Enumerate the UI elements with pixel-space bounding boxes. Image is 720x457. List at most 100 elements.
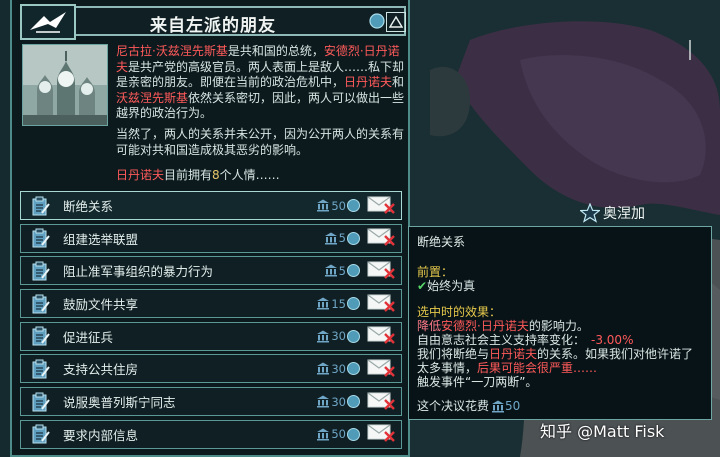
tooltip-effect-label: 选中时的效果： [417, 305, 502, 319]
decision-row[interactable]: 支持公共住房 30 [20, 354, 402, 384]
government-building-icon [324, 232, 338, 245]
government-building-icon [316, 395, 330, 408]
description-text: 是共和国的总统， [227, 44, 324, 58]
decision-cost: 5 [324, 264, 360, 278]
cost-value: 5 [338, 231, 346, 246]
status-dot-icon [347, 199, 360, 212]
tooltip-prereq-row: ✔始终为真 [417, 279, 475, 294]
cost-value: 30 [331, 394, 346, 409]
decision-row[interactable]: 要求内部信息 50 [20, 419, 402, 449]
decision-description: 尼古拉·沃兹涅先斯基是共和国的总统，安德烈·日丹诺夫是共产党的高级官员。两人表面… [116, 44, 408, 122]
status-dot-icon [347, 395, 360, 409]
status-dot-icon [347, 264, 360, 278]
cost-value: 15 [331, 296, 346, 311]
decision-cost: 30 [316, 395, 360, 409]
tooltip-prereq-label: 前置： [417, 265, 454, 279]
document-icon [29, 257, 53, 284]
status-dot-icon [347, 329, 360, 343]
tooltip-effect-5: 触发事件“一刀两断”。 [417, 375, 538, 389]
document-icon [29, 192, 53, 219]
favor-count: 8 [212, 168, 220, 182]
status-dot-icon [347, 231, 360, 245]
character-link[interactable]: 沃兹涅先斯基 [116, 91, 188, 105]
decision-label: 鼓励文件共享 [63, 297, 139, 313]
envelope-crossed-icon[interactable] [367, 390, 395, 414]
government-building-icon [316, 330, 330, 343]
tooltip-cost-row: 这个决议花费 50 [417, 399, 520, 414]
description-text: 和 [392, 75, 405, 89]
character-link[interactable]: 安德烈·日丹诺夫 [441, 319, 529, 333]
effect-text: 我们将断绝与 [417, 347, 490, 361]
decision-tooltip: 断绝关系 前置： ✔始终为真 选中时的效果： 降低安德烈·日丹诺夫的影响力。 自… [408, 226, 712, 420]
envelope-crossed-icon[interactable] [367, 324, 395, 348]
decision-cost: 5 [324, 231, 360, 245]
cost-value: 30 [331, 361, 346, 376]
document-icon [29, 355, 53, 382]
status-dot-icon [347, 362, 360, 376]
map-location-label[interactable]: 奥涅加 [580, 203, 645, 223]
effect-text: 太多事情， [417, 361, 478, 375]
envelope-crossed-icon[interactable] [367, 292, 395, 316]
decision-label: 支持公共住房 [63, 362, 139, 378]
panel-header: 来自左派的朋友 [20, 4, 406, 40]
character-link[interactable]: 日丹诺夫 [344, 75, 392, 89]
government-building-icon [492, 400, 505, 413]
cost-value: 30 [331, 329, 346, 344]
decision-cost: 50 [316, 427, 360, 441]
decision-description-2: 当然了，两人的关系并未公开，因为公开两人的关系有可能对共和国造成极其恶劣的影响。 [116, 127, 405, 157]
status-dot-icon [347, 297, 360, 311]
character-link[interactable]: 日丹诺夫 [489, 347, 537, 361]
envelope-crossed-icon[interactable] [367, 226, 395, 250]
document-icon [29, 225, 53, 252]
tooltip-title: 断绝关系 [417, 235, 466, 249]
government-building-icon [316, 297, 330, 310]
decision-row[interactable]: 鼓励文件共享 15 [20, 289, 402, 319]
character-link[interactable]: 尼古拉·沃兹涅先斯基 [116, 44, 228, 58]
cost-value: 50 [505, 399, 521, 413]
panel-title: 来自左派的朋友 [150, 16, 276, 36]
decision-row[interactable]: 组建选举联盟 5 [20, 223, 402, 253]
collapse-triangle-icon[interactable] [386, 12, 406, 32]
envelope-crossed-icon[interactable] [367, 357, 395, 381]
checkmark-icon: ✔ [417, 279, 428, 293]
decision-cost: 50 [316, 199, 360, 213]
tooltip-effect-3: 我们将断绝与日丹诺夫的关系。如果我们对他许诺了 [417, 347, 693, 362]
map-location-name: 奥涅加 [603, 206, 645, 222]
document-icon [29, 290, 53, 317]
envelope-crossed-icon[interactable] [367, 259, 395, 283]
effect-text: 的影响力。 [528, 319, 589, 333]
favor-counter: 日丹诺夫目前拥有8个人情…… [116, 166, 280, 183]
decision-row[interactable]: 促进征兵 30 [20, 321, 402, 351]
decision-cost: 30 [316, 362, 360, 376]
envelope-crossed-icon[interactable] [367, 194, 395, 218]
cost-value: 5 [338, 263, 346, 278]
government-building-icon [316, 428, 330, 441]
decision-label: 组建选举联盟 [63, 231, 139, 247]
favor-text: 个人情…… [219, 168, 280, 182]
decision-row[interactable]: 断绝关系 50 [20, 191, 402, 220]
decision-label: 促进征兵 [63, 329, 114, 345]
decision-label: 说服奥普列斯宁同志 [63, 395, 176, 411]
decision-row[interactable]: 说服奥普列斯宁同志 30 [20, 387, 402, 417]
effect-text: 降低 [417, 319, 442, 333]
decision-row[interactable]: 阻止准军事组织的暴力行为 5 [20, 256, 402, 286]
envelope-crossed-icon[interactable] [367, 422, 395, 446]
cost-text: 这个决议花费 [417, 399, 490, 413]
decision-list: 断绝关系 50 组建选举联盟 5 阻止准军事组织的暴力行为 5 鼓励文件共享 15 促进征兵 30… [20, 191, 402, 453]
document-icon [29, 421, 53, 448]
tooltip-prereq-value: 始终为真 [427, 279, 476, 293]
info-dot-icon[interactable] [368, 12, 386, 30]
character-link[interactable]: 日丹诺夫 [116, 168, 164, 182]
favor-text: 目前拥有 [164, 168, 213, 182]
government-building-icon [316, 199, 330, 212]
tooltip-effect-2: 自由意志社会主义支持率变化： -3.00% [417, 333, 633, 348]
decision-label: 要求内部信息 [63, 427, 139, 443]
effect-warning: 后果可能会很严重…… [477, 361, 598, 375]
decision-cost: 15 [316, 297, 360, 311]
effect-text: 的关系。如果我们对他许诺了 [537, 347, 694, 361]
government-building-icon [316, 362, 330, 375]
cost-value: 50 [331, 198, 346, 213]
document-icon [29, 323, 53, 350]
decision-label: 阻止准军事组织的暴力行为 [63, 264, 214, 280]
tooltip-effect-4: 太多事情，后果可能会很严重…… [417, 361, 597, 376]
